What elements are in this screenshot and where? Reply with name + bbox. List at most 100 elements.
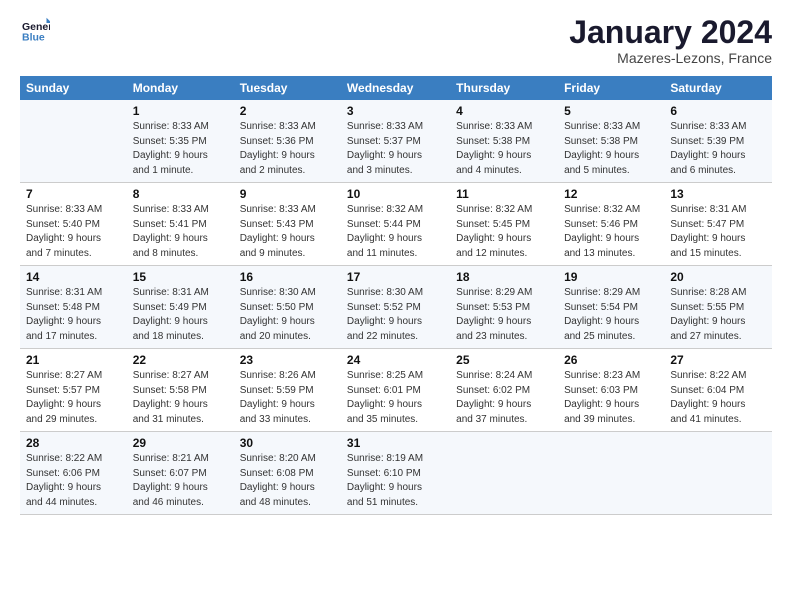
day-number: 15 xyxy=(133,270,228,284)
day-number: 5 xyxy=(564,104,658,118)
calendar-header-row: Sunday Monday Tuesday Wednesday Thursday… xyxy=(20,76,772,100)
day-number: 21 xyxy=(26,353,121,367)
location: Mazeres-Lezons, France xyxy=(569,50,772,66)
calendar-week-row: 7Sunrise: 8:33 AM Sunset: 5:40 PM Daylig… xyxy=(20,183,772,266)
table-row: 23Sunrise: 8:26 AM Sunset: 5:59 PM Dayli… xyxy=(234,349,341,432)
calendar-week-row: 14 Sunrise: 8:31 AM Sunset: 5:48 PM Dayli… xyxy=(20,266,772,349)
table-row: 20 Sunrise: 8:28 AM Sunset: 5:55 PM Dayli… xyxy=(664,266,772,349)
table-row: 13Sunrise: 8:31 AM Sunset: 5:47 PM Dayli… xyxy=(664,183,772,266)
day-number: 29 xyxy=(133,436,228,450)
logo: GeneralBlue xyxy=(20,16,50,49)
day-info: Sunrise: 8:33 AM Sunset: 5:37 PM Dayligh… xyxy=(347,120,444,178)
table-row: 8 Sunrise: 8:33 AM Sunset: 5:41 PM Daylig… xyxy=(127,183,234,266)
day-number: 27 xyxy=(670,353,766,367)
table-row: 2 Sunrise: 8:33 AM Sunset: 5:36 PM Daylig… xyxy=(234,100,341,183)
table-row: 26Sunrise: 8:23 AM Sunset: 6:03 PM Dayli… xyxy=(558,349,664,432)
day-number: 26 xyxy=(564,353,658,367)
table-row: 25 Sunrise: 8:24 AM Sunset: 6:02 PM Dayli… xyxy=(450,349,558,432)
day-info: Sunrise: 8:21 AM Sunset: 6:07 PM Dayligh… xyxy=(133,452,228,510)
title-block: January 2024 Mazeres-Lezons, France xyxy=(569,16,772,66)
day-number: 1 xyxy=(133,104,228,118)
day-number: 4 xyxy=(456,104,552,118)
day-info: Sunrise: 8:22 AM Sunset: 6:06 PM Dayligh… xyxy=(26,452,121,510)
month-title: January 2024 xyxy=(569,16,772,48)
day-number: 19 xyxy=(564,270,658,284)
day-info: Sunrise: 8:25 AM Sunset: 6:01 PM Dayligh… xyxy=(347,369,444,427)
table-row: 21 Sunrise: 8:27 AM Sunset: 5:57 PM Dayli… xyxy=(20,349,127,432)
day-info: Sunrise: 8:22 AM Sunset: 6:04 PM Dayligh… xyxy=(670,369,766,427)
day-info: Sunrise: 8:20 AM Sunset: 6:08 PM Dayligh… xyxy=(240,452,335,510)
day-number: 18 xyxy=(456,270,552,284)
table-row xyxy=(20,100,127,183)
table-row: 10 Sunrise: 8:32 AM Sunset: 5:44 PM Dayli… xyxy=(341,183,450,266)
day-number: 12 xyxy=(564,187,658,201)
table-row: 4Sunrise: 8:33 AM Sunset: 5:38 PM Daylig… xyxy=(450,100,558,183)
day-info: Sunrise: 8:33 AM Sunset: 5:36 PM Dayligh… xyxy=(240,120,335,178)
calendar-table: Sunday Monday Tuesday Wednesday Thursday… xyxy=(20,76,772,515)
table-row: 30 Sunrise: 8:20 AM Sunset: 6:08 PM Dayli… xyxy=(234,432,341,515)
table-row: 16 Sunrise: 8:30 AM Sunset: 5:50 PM Dayli… xyxy=(234,266,341,349)
day-info: Sunrise: 8:28 AM Sunset: 5:55 PM Dayligh… xyxy=(670,286,766,344)
col-monday: Monday xyxy=(127,76,234,100)
day-info: Sunrise: 8:26 AM Sunset: 5:59 PM Dayligh… xyxy=(240,369,335,427)
day-info: Sunrise: 8:33 AM Sunset: 5:40 PM Dayligh… xyxy=(26,203,121,261)
day-number: 28 xyxy=(26,436,121,450)
day-number: 11 xyxy=(456,187,552,201)
table-row: 31 Sunrise: 8:19 AM Sunset: 6:10 PM Dayli… xyxy=(341,432,450,515)
table-row: 1 Sunrise: 8:33 AM Sunset: 5:35 PM Daylig… xyxy=(127,100,234,183)
table-row: 5 Sunrise: 8:33 AM Sunset: 5:38 PM Daylig… xyxy=(558,100,664,183)
day-info: Sunrise: 8:27 AM Sunset: 5:57 PM Dayligh… xyxy=(26,369,121,427)
day-number: 3 xyxy=(347,104,444,118)
day-info: Sunrise: 8:19 AM Sunset: 6:10 PM Dayligh… xyxy=(347,452,444,510)
page: GeneralBlue January 2024 Mazeres-Lezons,… xyxy=(0,0,792,612)
day-number: 8 xyxy=(133,187,228,201)
calendar-week-row: 21 Sunrise: 8:27 AM Sunset: 5:57 PM Dayli… xyxy=(20,349,772,432)
day-number: 31 xyxy=(347,436,444,450)
day-number: 10 xyxy=(347,187,444,201)
table-row: 12Sunrise: 8:32 AM Sunset: 5:46 PM Dayli… xyxy=(558,183,664,266)
logo-icon: GeneralBlue xyxy=(22,16,50,44)
day-number: 17 xyxy=(347,270,444,284)
col-tuesday: Tuesday xyxy=(234,76,341,100)
col-wednesday: Wednesday xyxy=(341,76,450,100)
day-info: Sunrise: 8:27 AM Sunset: 5:58 PM Dayligh… xyxy=(133,369,228,427)
table-row: 18 Sunrise: 8:29 AM Sunset: 5:53 PM Dayli… xyxy=(450,266,558,349)
table-row: 6Sunrise: 8:33 AM Sunset: 5:39 PM Daylig… xyxy=(664,100,772,183)
day-info: Sunrise: 8:29 AM Sunset: 5:54 PM Dayligh… xyxy=(564,286,658,344)
table-row: 9 Sunrise: 8:33 AM Sunset: 5:43 PM Daylig… xyxy=(234,183,341,266)
day-info: Sunrise: 8:31 AM Sunset: 5:47 PM Dayligh… xyxy=(670,203,766,261)
table-row xyxy=(558,432,664,515)
calendar-week-row: 28 Sunrise: 8:22 AM Sunset: 6:06 PM Dayli… xyxy=(20,432,772,515)
day-info: Sunrise: 8:31 AM Sunset: 5:48 PM Dayligh… xyxy=(26,286,121,344)
col-saturday: Saturday xyxy=(664,76,772,100)
day-number: 2 xyxy=(240,104,335,118)
day-info: Sunrise: 8:33 AM Sunset: 5:43 PM Dayligh… xyxy=(240,203,335,261)
day-info: Sunrise: 8:31 AM Sunset: 5:49 PM Dayligh… xyxy=(133,286,228,344)
day-info: Sunrise: 8:30 AM Sunset: 5:52 PM Dayligh… xyxy=(347,286,444,344)
day-number: 30 xyxy=(240,436,335,450)
day-info: Sunrise: 8:30 AM Sunset: 5:50 PM Dayligh… xyxy=(240,286,335,344)
day-number: 16 xyxy=(240,270,335,284)
day-number: 14 xyxy=(26,270,121,284)
day-info: Sunrise: 8:33 AM Sunset: 5:38 PM Dayligh… xyxy=(564,120,658,178)
day-info: Sunrise: 8:32 AM Sunset: 5:44 PM Dayligh… xyxy=(347,203,444,261)
day-number: 9 xyxy=(240,187,335,201)
calendar-week-row: 1 Sunrise: 8:33 AM Sunset: 5:35 PM Daylig… xyxy=(20,100,772,183)
table-row: 7Sunrise: 8:33 AM Sunset: 5:40 PM Daylig… xyxy=(20,183,127,266)
day-info: Sunrise: 8:24 AM Sunset: 6:02 PM Dayligh… xyxy=(456,369,552,427)
header: GeneralBlue January 2024 Mazeres-Lezons,… xyxy=(20,16,772,66)
table-row: 15 Sunrise: 8:31 AM Sunset: 5:49 PM Dayli… xyxy=(127,266,234,349)
col-sunday: Sunday xyxy=(20,76,127,100)
table-row: 29 Sunrise: 8:21 AM Sunset: 6:07 PM Dayli… xyxy=(127,432,234,515)
day-info: Sunrise: 8:33 AM Sunset: 5:41 PM Dayligh… xyxy=(133,203,228,261)
day-number: 24 xyxy=(347,353,444,367)
day-number: 25 xyxy=(456,353,552,367)
day-info: Sunrise: 8:33 AM Sunset: 5:35 PM Dayligh… xyxy=(133,120,228,178)
table-row xyxy=(664,432,772,515)
day-number: 22 xyxy=(133,353,228,367)
day-number: 20 xyxy=(670,270,766,284)
col-thursday: Thursday xyxy=(450,76,558,100)
col-friday: Friday xyxy=(558,76,664,100)
table-row: 3 Sunrise: 8:33 AM Sunset: 5:37 PM Daylig… xyxy=(341,100,450,183)
day-info: Sunrise: 8:29 AM Sunset: 5:53 PM Dayligh… xyxy=(456,286,552,344)
